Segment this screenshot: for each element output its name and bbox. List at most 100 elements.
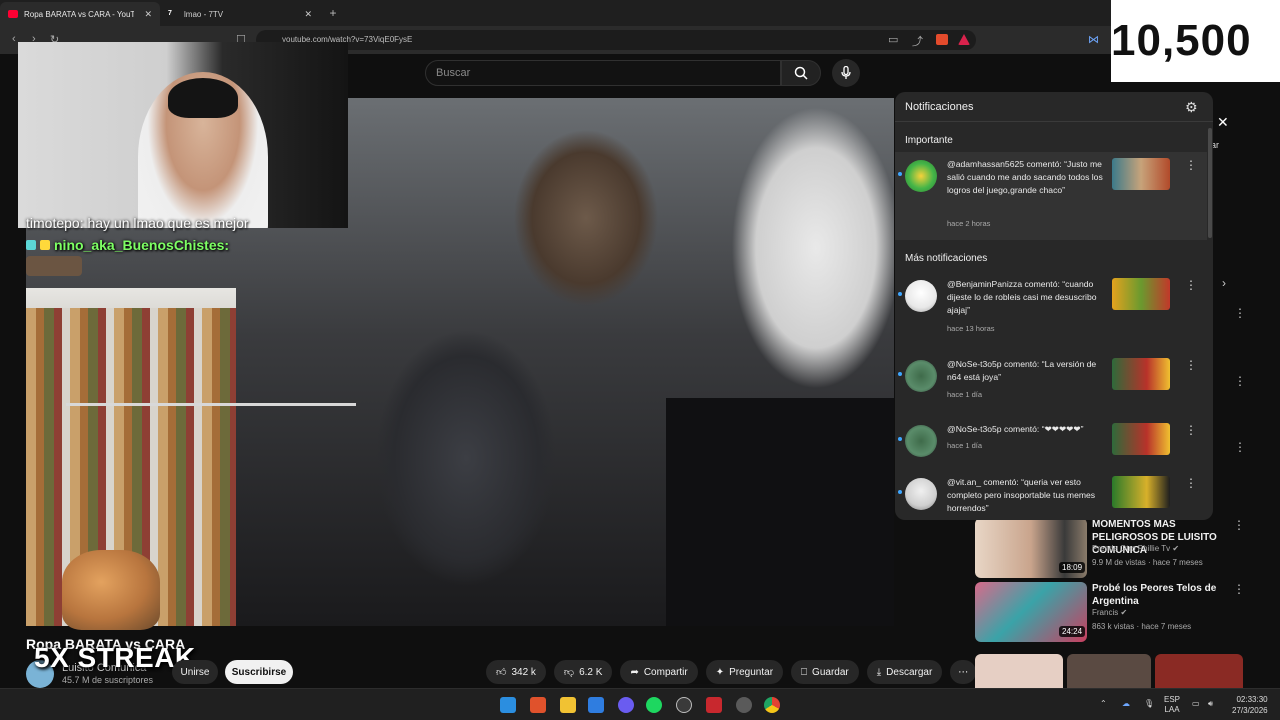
- bing-icon[interactable]: [588, 697, 604, 713]
- notifications-scrollbar[interactable]: [1208, 128, 1212, 238]
- unread-dot: [898, 292, 902, 296]
- duration-badge: 24:24: [1059, 626, 1086, 637]
- like-button[interactable]: 👍︎ 342 k: [486, 660, 546, 684]
- important-heading: Importante: [905, 135, 953, 146]
- sparkle-icon: ✦: [715, 666, 725, 678]
- share-icon[interactable]: ⤴: [912, 33, 923, 49]
- recommendation-channel[interactable]: Prende Otro Phillie Tv ✔: [1092, 544, 1179, 553]
- duration-badge: 18:09: [1059, 562, 1086, 573]
- spotify-icon[interactable]: [646, 697, 662, 713]
- chrome-icon[interactable]: [764, 697, 780, 713]
- share-label: Compartir: [643, 666, 688, 678]
- more-icon[interactable]: ⋮: [1233, 518, 1245, 532]
- microphone-icon: [841, 66, 851, 79]
- video-thumbnail[interactable]: [1067, 654, 1151, 688]
- more-icon[interactable]: ⋮: [1185, 423, 1197, 437]
- subscribe-button[interactable]: Suscribirse: [225, 660, 293, 684]
- notification-item[interactable]: @BenjaminPanizza comentó: “cuando dijest…: [895, 272, 1207, 348]
- translate-icon[interactable]: ⋈: [1088, 33, 1099, 46]
- cat-emote: [62, 550, 160, 630]
- screen-icon[interactable]: ▭: [888, 33, 898, 46]
- video-thumbnail: [1112, 278, 1170, 310]
- more-icon[interactable]: ⋮: [1185, 358, 1197, 372]
- video-thumbnail[interactable]: [1155, 654, 1243, 688]
- more-icon[interactable]: ⋮: [1185, 476, 1197, 490]
- search-button[interactable]: [781, 60, 821, 86]
- recommendation-title[interactable]: Probé los Peores Telos de Argentina: [1092, 582, 1232, 608]
- start-icon[interactable]: [500, 697, 516, 713]
- discord-icon[interactable]: [618, 697, 634, 713]
- browser-tab-bar: Ropa BARATA vs CARA - YouTube ✕ 7 lmao -…: [0, 0, 1280, 26]
- more-icon[interactable]: ⋮: [1185, 278, 1197, 292]
- address-bar[interactable]: youtube.com/watch?v=73ViqE0FysE: [256, 30, 976, 50]
- ccleaner-icon[interactable]: [736, 697, 752, 713]
- close-icon[interactable]: ✕: [304, 9, 312, 20]
- back-icon[interactable]: ‹: [12, 33, 16, 45]
- obs-icon[interactable]: [676, 697, 692, 713]
- commenter-avatar: [905, 280, 937, 312]
- more-icon[interactable]: ⋮: [1185, 158, 1197, 172]
- tab-7tv[interactable]: 7 lmao - 7TV ✕: [160, 2, 320, 26]
- share-button[interactable]: ➦ Compartir: [620, 660, 698, 684]
- save-button[interactable]: ⎕ Guardar: [791, 660, 859, 684]
- goal-counter: 10,500: [1111, 0, 1280, 82]
- recommendation-item[interactable]: 18:09 MOMENTOS MAS PELIGROSOS DE LUISITO…: [975, 518, 1265, 578]
- badge-icon: [40, 240, 50, 250]
- tab-label: Ropa BARATA vs CARA - YouTube: [24, 9, 134, 19]
- dark-clothing: [666, 398, 894, 626]
- dislike-button[interactable]: 👎︎ 6.2 K: [553, 660, 613, 684]
- clock-date: 27/3/2026: [1232, 706, 1268, 715]
- voice-search-button[interactable]: [832, 59, 860, 87]
- notification-item[interactable]: @vit.an_ comentó: “queria ver esto compl…: [895, 470, 1207, 520]
- chat-overlay: timotepo: hay un lmao que es mejor nino_…: [26, 214, 276, 276]
- ask-label: Preguntar: [729, 666, 774, 678]
- chevron-right-icon[interactable]: ›: [1222, 276, 1226, 290]
- ask-button[interactable]: ✦ Preguntar: [705, 660, 784, 684]
- notification-item[interactable]: @NoSe-t3o5p comentó: “❤❤❤❤❤” hace 1 día …: [895, 417, 1207, 477]
- new-tab-button[interactable]: +: [320, 2, 346, 26]
- video-thumbnail[interactable]: [975, 654, 1063, 688]
- rack-bar: [66, 403, 356, 406]
- download-icon: ⤓: [876, 666, 882, 678]
- search-input[interactable]: Buscar: [425, 60, 781, 86]
- notification-text: @vit.an_ comentó: “queria ver esto compl…: [947, 477, 1096, 513]
- thumbs-up-icon: 👍︎: [496, 667, 507, 678]
- more-icon[interactable]: ⋮: [1234, 440, 1246, 454]
- more-icon[interactable]: ⋮: [1234, 306, 1246, 320]
- thumbs-down-icon: 👎︎: [563, 667, 575, 678]
- more-icon[interactable]: ⋮: [1234, 374, 1246, 388]
- join-button[interactable]: Unirse: [172, 660, 218, 684]
- microphone-icon[interactable]: 🎙︎: [1144, 699, 1154, 709]
- unread-dot: [898, 372, 902, 376]
- gear-icon[interactable]: ⚙: [1185, 99, 1198, 116]
- brave-shield-icon[interactable]: [936, 34, 948, 45]
- system-clock[interactable]: 02:33:30 27/3/2026: [1232, 694, 1268, 716]
- notification-text: @BenjaminPanizza comentó: “cuando dijest…: [947, 279, 1097, 315]
- notification-item[interactable]: @NoSe-t3o5p comentó: “La versión de n64 …: [895, 352, 1207, 416]
- more-icon[interactable]: ⋮: [1233, 582, 1245, 596]
- close-icon[interactable]: ✕: [144, 9, 152, 20]
- notification-item[interactable]: @adamhassan5625 comentó: “Justo me salió…: [895, 152, 1207, 240]
- app-icon[interactable]: [706, 697, 722, 713]
- chevron-up-icon[interactable]: ⌃: [1100, 699, 1107, 709]
- close-icon[interactable]: ✕: [1217, 114, 1229, 131]
- chat-emote: [26, 256, 82, 276]
- cloud-icon[interactable]: ☁: [1122, 699, 1130, 709]
- more-actions-button[interactable]: ⋯: [950, 660, 977, 684]
- chat-message: timotepo: hay un lmao que es mejor: [26, 215, 249, 231]
- notifications-title: Notificaciones: [905, 101, 974, 113]
- notification-time: hace 13 horas: [947, 324, 995, 333]
- network-icon[interactable]: ▭: [1192, 699, 1200, 709]
- download-button[interactable]: ⤓ Descargar: [866, 660, 943, 684]
- recommendation-item[interactable]: 24:24 Probé los Peores Telos de Argentin…: [975, 582, 1265, 642]
- recommendation-channel[interactable]: Francis ✔: [1092, 608, 1127, 617]
- tab-youtube[interactable]: Ropa BARATA vs CARA - YouTube ✕: [0, 2, 160, 26]
- folder-icon[interactable]: [560, 697, 576, 713]
- language-indicator[interactable]: ESP LAA: [1164, 695, 1180, 715]
- volume-icon[interactable]: 🔊︎: [1208, 699, 1213, 709]
- recommendation-meta: 863 k vistas · hace 7 meses: [1092, 622, 1192, 631]
- notification-text: @adamhassan5625 comentó: “Justo me salió…: [947, 159, 1103, 195]
- save-label: Guardar: [812, 666, 849, 678]
- commenter-avatar: [905, 425, 937, 457]
- brave-icon[interactable]: [530, 697, 546, 713]
